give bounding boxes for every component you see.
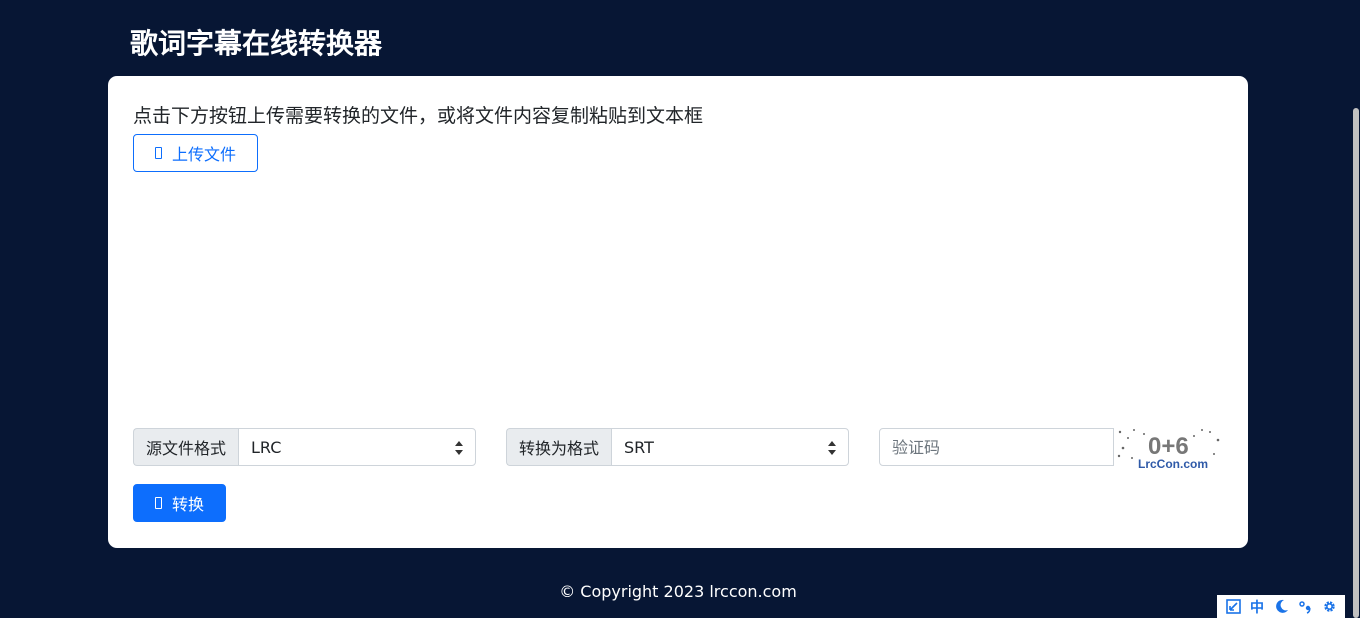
upload-icon	[154, 147, 162, 159]
resize-icon[interactable]	[1223, 597, 1243, 617]
instruction-text: 点击下方按钮上传需要转换的文件，或将文件内容复制粘贴到文本框	[133, 105, 704, 127]
site-title: 歌词字幕在线转换器	[130, 27, 383, 60]
source-format-label: 源文件格式	[133, 428, 239, 466]
convert-icon	[154, 497, 162, 509]
convert-button[interactable]: 转换	[133, 484, 226, 522]
source-format-select[interactable]: LRC	[238, 428, 477, 466]
captcha-code: 0+6	[1148, 433, 1189, 460]
source-format-group: 源文件格式 LRC	[133, 428, 477, 466]
target-format-group: 转换为格式 SRT	[506, 428, 850, 466]
select-caret-icon	[455, 441, 464, 455]
language-toggle[interactable]: 中	[1247, 597, 1267, 617]
captcha-input[interactable]	[879, 428, 1114, 466]
punctuation-icon[interactable]	[1295, 597, 1315, 617]
upload-file-label: 上传文件	[171, 145, 236, 164]
converter-card: 点击下方按钮上传需要转换的文件，或将文件内容复制粘贴到文本框 上传文件 源文件格…	[108, 76, 1248, 548]
moon-icon[interactable]	[1271, 597, 1291, 617]
captcha-image[interactable]: 0+6 LrcCon.com	[1114, 426, 1222, 470]
target-format-label: 转换为格式	[506, 428, 612, 466]
upload-file-button[interactable]: 上传文件	[133, 134, 258, 172]
floating-toolbar: 中	[1217, 595, 1345, 618]
footer-copyright: © Copyright 2023 lrccon.com	[559, 582, 797, 601]
captcha-brand: LrcCon.com	[1138, 457, 1208, 470]
gear-icon[interactable]	[1319, 597, 1339, 617]
target-format-value: SRT	[624, 437, 654, 457]
source-format-value: LRC	[251, 437, 282, 457]
content-textarea[interactable]	[133, 184, 1223, 414]
convert-label: 转换	[171, 495, 204, 514]
target-format-select[interactable]: SRT	[611, 428, 850, 466]
page-scrollbar[interactable]	[1352, 0, 1360, 618]
select-caret-icon	[828, 441, 837, 455]
scrollbar-thumb[interactable]	[1353, 108, 1359, 618]
